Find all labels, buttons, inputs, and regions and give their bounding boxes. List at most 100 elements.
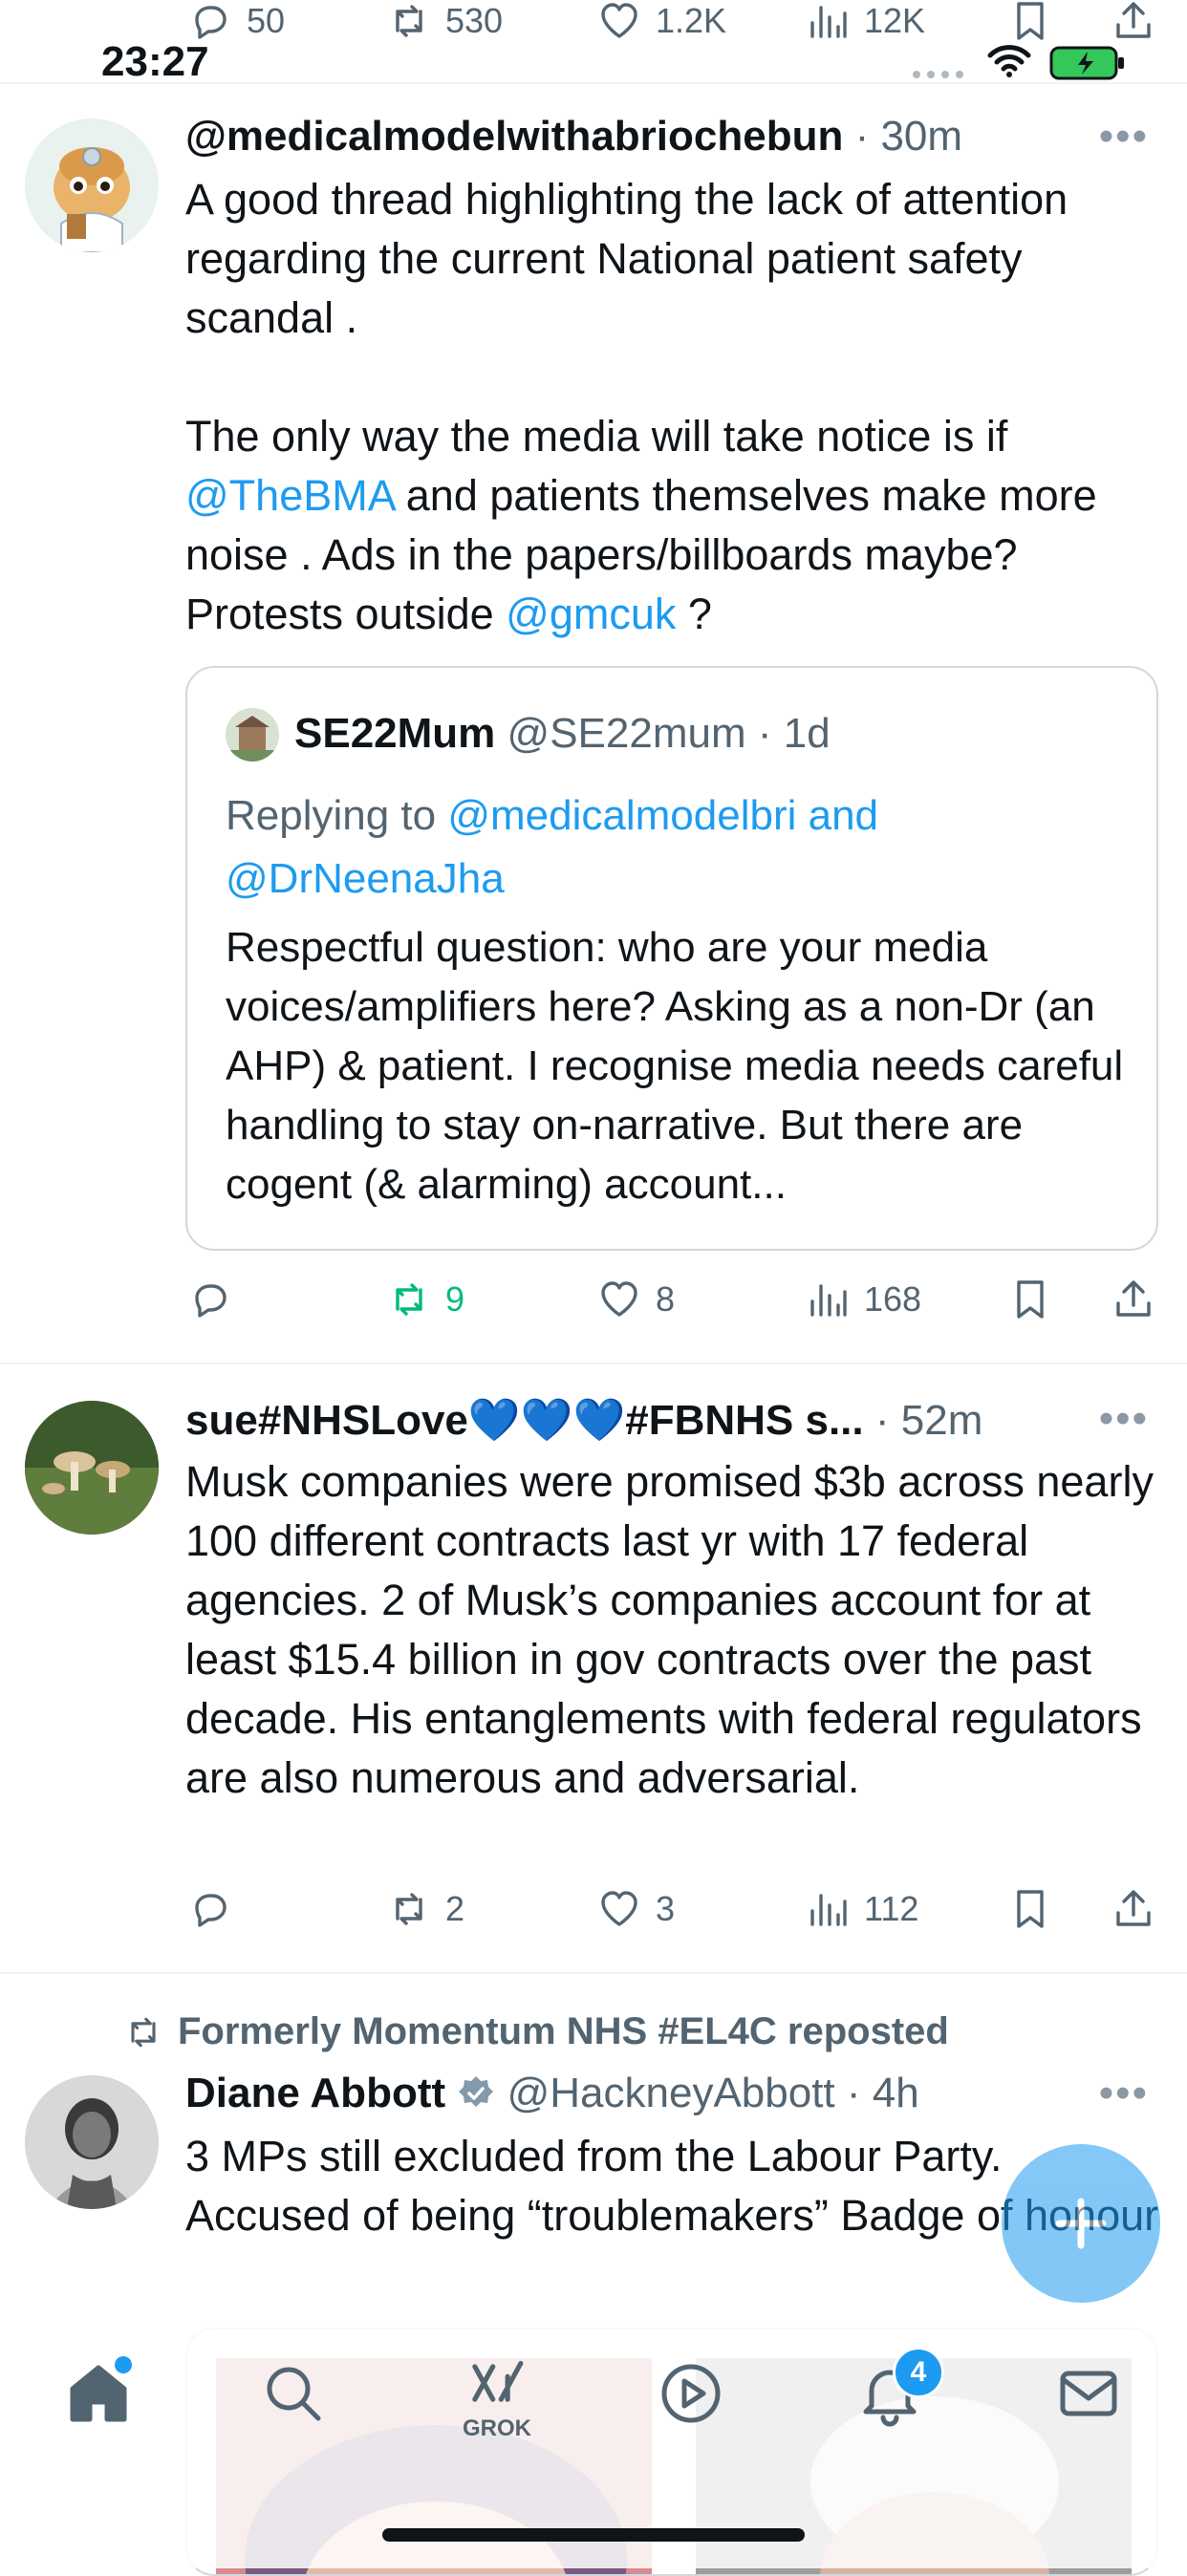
mail-icon: [1060, 2371, 1117, 2416]
reply-button[interactable]: [187, 1886, 247, 1932]
repost-label[interactable]: Formerly Momentum NHS #EL4C reposted: [122, 2010, 949, 2053]
quoted-text: Respectful question: who are your media …: [226, 924, 1124, 1208]
plus-icon: [1055, 2198, 1107, 2249]
like-count: 8: [656, 1279, 676, 1319]
nav-grok-button[interactable]: GROK: [459, 2360, 535, 2441]
home-indicator: [382, 2528, 805, 2542]
nav-search-button[interactable]: [260, 2360, 327, 2427]
tweet-handle: @HackneyAbbott: [507, 2070, 835, 2116]
verified-badge-icon: [459, 2076, 494, 2107]
share-icon: [1116, 1890, 1151, 1926]
nav-messages-button[interactable]: [1055, 2360, 1122, 2427]
status-bar: 50 530 1.2K 12K 23:27: [0, 0, 1187, 85]
status-time: 23:27: [101, 38, 209, 85]
like-button[interactable]: 3: [596, 1886, 675, 1932]
mention-link[interactable]: @TheBMA: [185, 471, 394, 520]
bookmark-button[interactable]: [1007, 1277, 1053, 1322]
battery-icon: [1049, 46, 1126, 80]
nav-notifications-button[interactable]: 4: [856, 2347, 944, 2427]
more-options-icon[interactable]: •••: [1099, 113, 1149, 161]
bookmark-button[interactable]: [1007, 0, 1053, 44]
repost-icon: [396, 5, 422, 37]
repost-icon: [131, 2017, 156, 2047]
divider: [0, 1363, 1187, 1364]
display-name[interactable]: sue#NHSLove💙💙💙#FBNHS s...: [185, 1397, 864, 1444]
tweet-paragraph-1: A good thread highlighting the lack of a…: [185, 175, 1080, 342]
reply-button[interactable]: [187, 1277, 247, 1322]
share-button[interactable]: [1111, 1277, 1156, 1322]
heart-icon: [601, 1891, 637, 1926]
quoted-display-name: SE22Mum: [294, 710, 496, 757]
repost-icon: [396, 1283, 422, 1316]
nav-video-button[interactable]: [658, 2360, 724, 2427]
notification-badge: 4: [893, 2347, 944, 2398]
reply-count: 50: [247, 1, 286, 40]
replying-to-prefix: Replying to: [226, 792, 448, 839]
tweet-header: sue#NHSLove💙💙💙#FBNHS s... · 52m: [185, 1397, 983, 1444]
display-name[interactable]: @medicalmodelwithabriochebun: [185, 113, 843, 160]
reply-icon: [195, 1284, 227, 1318]
like-count: 3: [656, 1889, 676, 1928]
tweet-time: 30m: [880, 113, 963, 160]
signal-icon: [912, 67, 969, 78]
mention-link[interactable]: @gmcuk: [506, 590, 676, 638]
views-button[interactable]: 168: [805, 1277, 921, 1322]
views-count: 168: [864, 1279, 922, 1319]
repost-count: 2: [445, 1889, 465, 1928]
mention-link[interactable]: @DrNeenaJha: [226, 855, 505, 902]
bookmark-button[interactable]: [1007, 1886, 1053, 1932]
more-options-icon[interactable]: •••: [1099, 1395, 1149, 1443]
views-icon: [810, 6, 847, 38]
wifi-icon: [986, 44, 1032, 78]
quoted-handle: @SE22mum: [507, 710, 746, 757]
compose-button[interactable]: [1002, 2144, 1160, 2303]
replying-to: Replying to @medicalmodelbri and @DrNeen…: [226, 784, 1124, 911]
quoted-time: 1d: [783, 710, 831, 757]
repost-count: 530: [445, 1, 504, 40]
repost-label-text: Formerly Momentum NHS #EL4C reposted: [178, 2010, 949, 2052]
views-count: 112: [864, 1889, 919, 1928]
tweet-paragraph-2a: The only way the media will take notice …: [185, 412, 1020, 461]
repost-icon: [396, 1893, 422, 1925]
search-icon: [267, 2367, 321, 2421]
views-count: 12K: [864, 1, 926, 40]
avatar[interactable]: [25, 118, 159, 252]
grok-icon: [472, 2360, 524, 2402]
play-icon: [661, 2364, 721, 2423]
share-button[interactable]: [1111, 0, 1156, 44]
repost-count: 9: [445, 1279, 465, 1319]
like-button[interactable]: 8: [596, 1277, 675, 1322]
tweet-header: Diane Abbott @HackneyAbbott · 4h: [185, 2070, 919, 2116]
display-name[interactable]: Diane Abbott: [185, 2070, 445, 2116]
reply-icon: [195, 1894, 227, 1927]
tweet-body: A good thread highlighting the lack of a…: [185, 170, 1160, 644]
avatar[interactable]: [25, 1401, 159, 1535]
home-dot-indicator: [115, 2356, 132, 2373]
share-button[interactable]: [1111, 1886, 1156, 1932]
quoted-header: SE22Mum @SE22mum · 1d: [294, 710, 831, 757]
avatar[interactable]: [25, 2075, 159, 2209]
quoted-avatar: [226, 708, 279, 762]
nav-home-button[interactable]: [65, 2356, 132, 2427]
like-count: 1.2K: [656, 1, 727, 40]
repost-button[interactable]: 530: [386, 0, 503, 44]
share-icon: [1116, 2, 1151, 38]
share-icon: [1116, 1280, 1151, 1317]
views-icon: [810, 1894, 847, 1926]
replying-to-and: and: [796, 792, 879, 839]
heart-icon: [601, 3, 637, 38]
grok-label: GROK: [463, 2415, 531, 2441]
bookmark-icon: [1017, 1280, 1044, 1319]
views-button[interactable]: 12K: [805, 0, 925, 44]
quoted-tweet-card[interactable]: SE22Mum @SE22mum · 1d Replying to @medic…: [185, 666, 1158, 1251]
tweet-time: 52m: [900, 1397, 983, 1444]
more-options-icon[interactable]: •••: [1099, 2070, 1149, 2117]
like-button[interactable]: 1.2K: [596, 0, 726, 44]
bookmark-icon: [1017, 2, 1044, 40]
divider: [0, 1972, 1187, 1974]
views-button[interactable]: 112: [805, 1886, 918, 1932]
repost-button[interactable]: 2: [386, 1886, 464, 1932]
mention-link[interactable]: @medicalmodelbri: [447, 792, 796, 839]
repost-button[interactable]: 9: [386, 1277, 464, 1322]
tweet-header: @medicalmodelwithabriochebun · 30m: [185, 113, 963, 160]
